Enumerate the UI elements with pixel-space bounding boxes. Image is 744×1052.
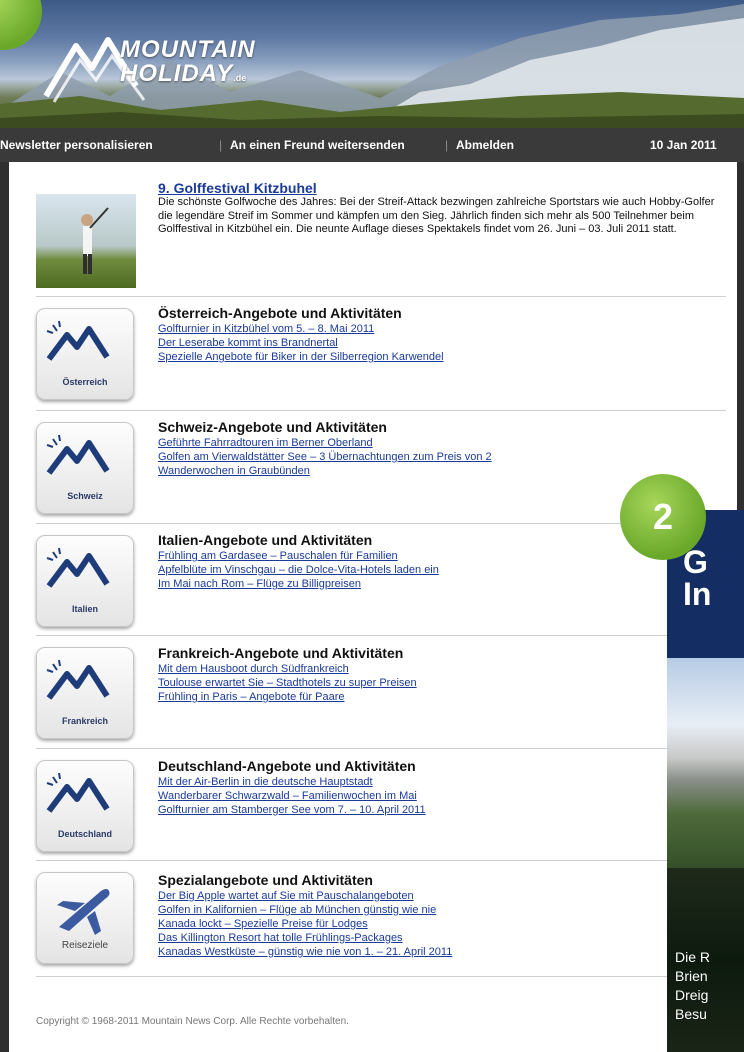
logo-tld: .de <box>233 73 247 83</box>
feature-title-link[interactable]: 9. Golffestival Kitzbuhel <box>158 180 317 196</box>
golfer-photo[interactable] <box>36 194 136 288</box>
offer-link[interactable]: Mit der Air-Berlin in die deutsche Haupt… <box>158 775 718 789</box>
france-mountain-icon[interactable]: Frankreich <box>36 647 134 739</box>
offer-link[interactable]: Im Mai nach Rom – Flüge zu Billigpreisen <box>158 577 718 591</box>
ad-mountain-photo <box>667 658 744 880</box>
logo-line-2: HOLIDAY <box>120 60 234 87</box>
icon-label: Italien <box>71 604 98 614</box>
divider <box>36 296 726 297</box>
feature-text: Die schönste Golfwoche des Jahres: Bei d… <box>158 196 715 235</box>
offer-link[interactable]: Toulouse erwartet Sie – Stadthotels zu s… <box>158 676 718 690</box>
divider <box>36 635 726 636</box>
offer-link[interactable]: Apfelblüte im Vinschgau – die Dolce-Vita… <box>158 563 718 577</box>
divider <box>36 860 726 861</box>
ad-caption-line: Brien <box>675 968 708 984</box>
section-title: Italien-Angebote und Aktivitäten <box>158 532 373 548</box>
section-title: Spezialangebote und Aktivitäten <box>158 872 373 888</box>
icon-label: Schweiz <box>67 491 103 501</box>
nav-forward-link[interactable]: An einen Freund weitersenden <box>230 138 405 152</box>
offer-link[interactable]: Kanada lockt – Spezielle Preise für Lodg… <box>158 917 718 931</box>
divider <box>36 748 726 749</box>
nav-unsubscribe-link[interactable]: Abmelden <box>456 138 514 152</box>
section-title: Schweiz-Angebote und Aktivitäten <box>158 419 387 435</box>
nav-separator: | <box>445 138 449 152</box>
ad-caption-line: Die R <box>675 949 711 965</box>
offer-link[interactable]: Golfturnier am Stamberger See vom 7. – 1… <box>158 803 718 817</box>
header-banner: MOUNTAIN HOLIDAY.de <box>0 0 744 128</box>
offer-link[interactable]: Der Big Apple wartet auf Sie mit Pauscha… <box>158 889 718 903</box>
italy-mountain-icon[interactable]: Italien <box>36 535 134 627</box>
offer-link[interactable]: Golfturnier in Kitzbühel vom 5. – 8. Mai… <box>158 322 718 336</box>
callout-badge-2: 2 <box>620 474 706 560</box>
switzerland-mountain-icon[interactable]: Schweiz <box>36 422 134 514</box>
offer-link[interactable]: Spezielle Angebote für Biker in der Silb… <box>158 350 718 364</box>
offer-link[interactable]: Der Leserabe kommt ins Brandnertal <box>158 336 718 350</box>
offer-link[interactable]: Frühling am Gardasee – Pauschalen für Fa… <box>158 549 718 563</box>
airplane-icon[interactable]: Reiseziele <box>36 872 134 964</box>
offer-link[interactable]: Golfen am Vierwaldstätter See – 3 Überna… <box>158 450 718 464</box>
nav-bar: Newsletter personalisieren | An einen Fr… <box>0 128 744 162</box>
ad-caption-line: Besu <box>675 1006 707 1022</box>
logo-wordmark[interactable]: MOUNTAIN HOLIDAY.de <box>120 38 256 90</box>
offer-link[interactable]: Frühling in Paris – Angebote für Paare <box>158 690 718 704</box>
copyright-text: Copyright © 1968-2011 Mountain News Corp… <box>36 1016 349 1027</box>
divider <box>36 410 726 411</box>
section-title: Österreich-Angebote und Aktivitäten <box>158 305 402 321</box>
offer-link[interactable]: Geführte Fahrradtouren im Berner Oberlan… <box>158 436 718 450</box>
travel-ad-preview[interactable]: G In Die R Brien Dreig Besu <box>667 510 744 1052</box>
austria-mountain-icon[interactable]: Österreich <box>36 308 134 400</box>
ad-headline-line-2: In <box>683 576 712 612</box>
nav-separator: | <box>219 138 223 152</box>
offer-link[interactable]: Mit dem Hausboot durch Südfrankreich <box>158 662 718 676</box>
newsletter-date: 10 Jan 2011 <box>650 138 717 152</box>
offer-link[interactable]: Kanadas Westküste – günstig wie nie von … <box>158 945 718 959</box>
left-border <box>0 162 9 1052</box>
icon-label: Deutschland <box>57 829 112 839</box>
offer-link[interactable]: Golfen in Kalifornien – Flüge ab München… <box>158 903 718 917</box>
nav-personalize-link[interactable]: Newsletter personalisieren <box>0 138 153 152</box>
icon-label: Österreich <box>62 377 108 387</box>
section-title: Deutschland-Angebote und Aktivitäten <box>158 758 416 774</box>
section-title: Frankreich-Angebote und Aktivitäten <box>158 645 404 661</box>
offer-link[interactable]: Wanderwochen in Graubünden <box>158 464 718 478</box>
germany-mountain-icon[interactable]: Deutschland <box>36 760 134 852</box>
offer-link[interactable]: Wanderbarer Schwarzwald – Familienwochen… <box>158 789 718 803</box>
divider <box>36 976 726 977</box>
ad-caption-line: Dreig <box>675 987 709 1003</box>
logo-line-1: MOUNTAIN <box>120 36 256 63</box>
offer-link[interactable]: Das Killington Resort hat tolle Frühling… <box>158 931 718 945</box>
icon-label: Reiseziele <box>61 940 109 951</box>
ad-caption: Die R Brien Dreig Besu <box>675 948 710 1024</box>
icon-label: Frankreich <box>61 716 109 726</box>
